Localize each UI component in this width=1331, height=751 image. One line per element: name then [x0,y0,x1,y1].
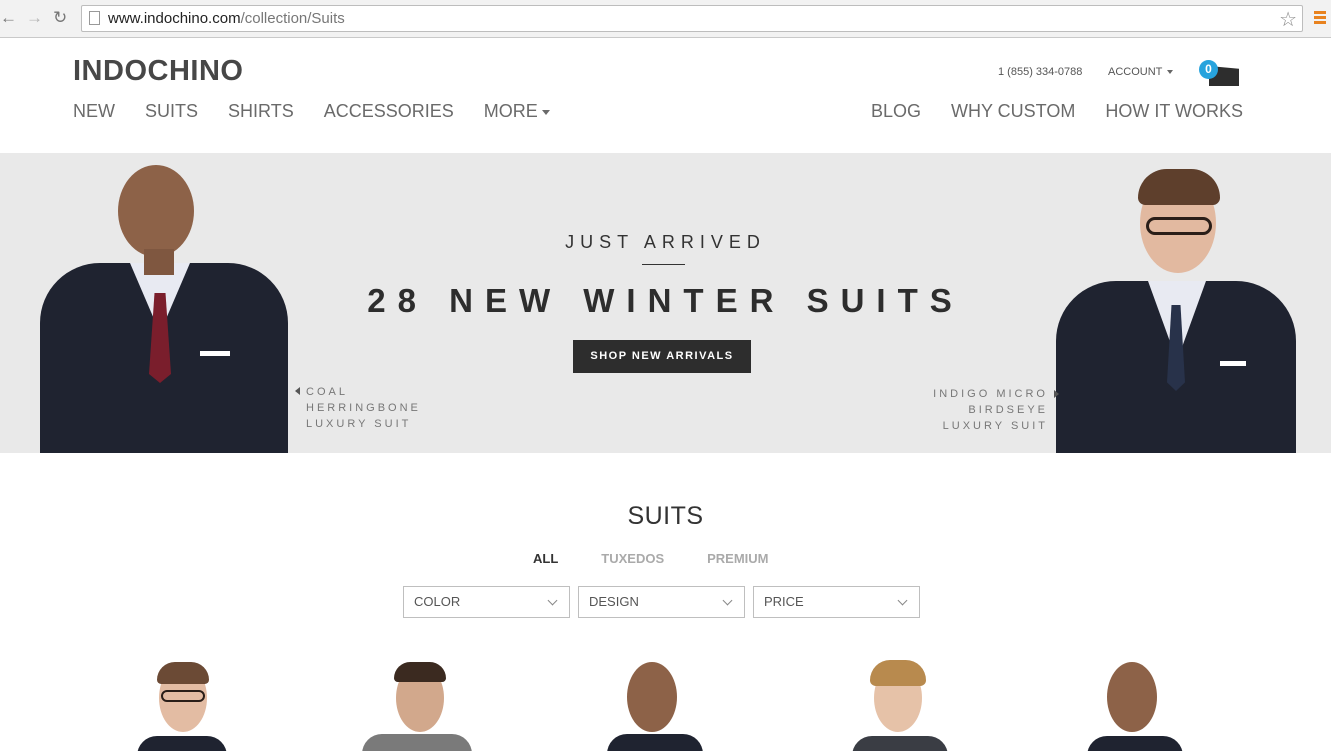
right-product-caption[interactable]: INDIGO MICRO BIRDSEYE LUXURY SUIT [900,386,1048,434]
shop-new-arrivals-button[interactable]: SHOP NEW ARRIVALS [573,340,751,373]
tab-premium[interactable]: PREMIUM [707,551,768,566]
product-card[interactable] [1073,660,1193,751]
tab-all[interactable]: ALL [533,551,558,566]
url-text[interactable]: www.indochino.com/collection/Suits [108,10,345,27]
price-filter-select[interactable]: PRICE [753,586,920,618]
caption-line: COAL [306,386,348,398]
cart-count-badge[interactable]: 0 [1199,60,1218,79]
product-grid [0,660,1331,751]
caret-down-icon [1167,70,1174,75]
product-card[interactable] [123,660,243,751]
nav-why-custom[interactable]: WHY CUSTOM [951,101,1075,122]
nav-new[interactable]: NEW [73,101,115,122]
chevron-down-icon [722,595,733,606]
chevron-down-icon [547,595,558,606]
address-bar[interactable]: www.indochino.com/collection/Suits ☆ [81,5,1303,32]
product-card[interactable] [593,660,713,751]
url-path: /collection/Suits [240,10,345,27]
nav-suits[interactable]: SUITS [145,101,198,122]
reload-icon[interactable]: ↻ [53,8,67,28]
secondary-nav: BLOG WHY CUSTOM HOW IT WORKS [871,101,1243,122]
nav-more[interactable]: MORE [484,101,550,122]
browser-toolbar: ← → ↻ www.indochino.com/collection/Suits… [0,0,1331,38]
caption-line: HERRINGBONE [306,402,421,414]
phone-number: 1 (855) 334-0788 [998,66,1083,78]
product-card[interactable] [838,660,958,751]
chevron-down-icon [897,595,908,606]
product-card[interactable] [358,660,478,751]
caret-down-icon [541,109,550,115]
hero-divider [642,264,685,265]
nav-blog[interactable]: BLOG [871,101,921,122]
caret-right-icon [1054,390,1059,398]
tab-tuxedos[interactable]: TUXEDOS [601,551,664,566]
caption-line: LUXURY SUIT [306,418,412,430]
account-menu[interactable]: ACCOUNT [1108,66,1174,78]
star-icon[interactable]: ☆ [1279,7,1297,32]
hero-banner: JUST ARRIVED 28 NEW WINTER SUITS SHOP NE… [0,153,1331,453]
caption-line: INDIGO MICRO [933,388,1048,400]
nav-more-label: MORE [483,101,538,121]
hamburger-menu-icon[interactable] [1314,11,1326,25]
back-arrow-icon[interactable]: ← [0,8,17,28]
nav-how-it-works[interactable]: HOW IT WORKS [1105,101,1243,122]
site-logo[interactable]: INDOCHINO [73,55,243,88]
left-product-caption[interactable]: COAL HERRINGBONE LUXURY SUIT [306,384,421,432]
hero-kicker: JUST ARRIVED [565,232,766,252]
page-icon [89,11,100,25]
nav-shirts[interactable]: SHIRTS [228,101,294,122]
filter-label: PRICE [764,594,804,609]
color-filter-select[interactable]: COLOR [403,586,570,618]
caret-left-icon [295,387,300,395]
account-label: ACCOUNT [1108,66,1163,78]
caption-line: BIRDSEYE [968,404,1048,416]
filter-label: DESIGN [589,594,639,609]
filter-label: COLOR [414,594,461,609]
filter-bar: COLOR DESIGN PRICE [403,586,928,618]
nav-accessories[interactable]: ACCESSORIES [324,101,454,122]
url-host: www.indochino.com [108,10,241,27]
hero-title: 28 NEW WINTER SUITS [367,282,964,319]
main-nav: NEW SUITS SHIRTS ACCESSORIES MORE [73,101,580,122]
caption-line: LUXURY SUIT [942,420,1048,432]
section-title: SUITS [627,502,704,530]
design-filter-select[interactable]: DESIGN [578,586,745,618]
collection-tabs: ALL TUXEDOS PREMIUM [533,551,812,566]
forward-arrow-icon[interactable]: → [26,8,43,28]
